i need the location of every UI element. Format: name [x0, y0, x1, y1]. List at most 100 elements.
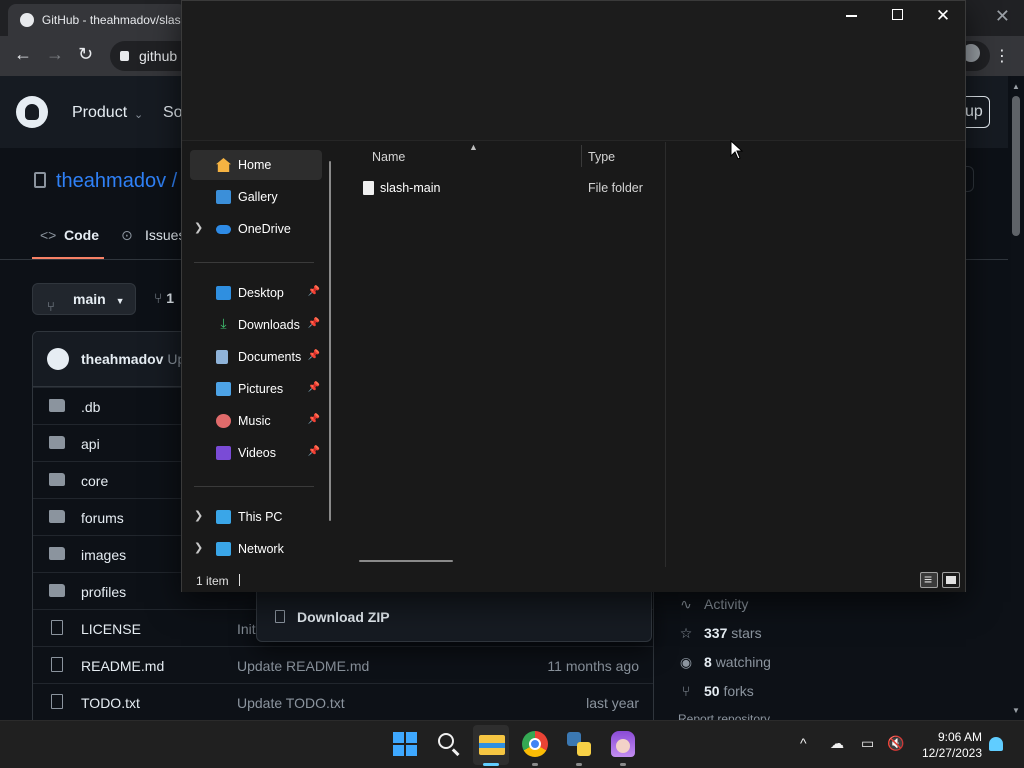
horizontal-scrollbar[interactable]: [359, 560, 453, 562]
chrome-icon-center: [529, 738, 541, 750]
file-name[interactable]: LICENSE: [81, 621, 141, 637]
forks-link[interactable]: ⑂ 50 forks: [678, 683, 754, 699]
app-taskbar-button[interactable]: [608, 729, 638, 759]
pin-icon[interactable]: 📌: [308, 318, 320, 329]
nav-item-videos[interactable]: Videos 📌: [190, 438, 322, 468]
onedrive-tray-icon[interactable]: ☁: [830, 735, 844, 752]
scroll-down-icon[interactable]: ▼: [1012, 706, 1020, 715]
nav-solutions[interactable]: So: [163, 104, 183, 122]
reload-icon[interactable]: ↻: [78, 44, 93, 65]
nav-item-onedrive[interactable]: ❯ OneDrive: [190, 214, 322, 244]
star-icon: ☆: [679, 625, 693, 641]
commit-message[interactable]: Update TODO.txt: [237, 695, 345, 711]
large-icons-view-button[interactable]: [942, 572, 960, 588]
activity-link[interactable]: ∿ Activity: [678, 596, 748, 613]
avatar[interactable]: [47, 348, 69, 370]
browser-tab[interactable]: GitHub - theahmadov/slash: [8, 4, 186, 36]
volume-muted-icon[interactable]: 🔇: [887, 735, 904, 752]
search-button[interactable]: [434, 729, 464, 759]
windows-logo-icon: [393, 732, 404, 743]
commit-message[interactable]: Init: [237, 621, 256, 637]
file-name[interactable]: .db: [81, 399, 100, 415]
chevron-right-icon[interactable]: ❯: [194, 221, 203, 234]
file-name[interactable]: README.md: [81, 658, 164, 674]
file-name[interactable]: TODO.txt: [81, 695, 140, 711]
nav-item-downloads[interactable]: ⤓ Downloads 📌: [190, 310, 322, 340]
nav-item-music[interactable]: Music 📌: [190, 406, 322, 436]
tray-overflow-chevron-icon[interactable]: ^: [800, 735, 807, 751]
nav-item-label: Documents: [238, 350, 302, 364]
browser-close-icon[interactable]: ✕: [995, 6, 1010, 27]
status-bar: 1 item: [182, 567, 965, 592]
chrome-taskbar-button[interactable]: [520, 729, 550, 759]
network-tray-icon[interactable]: ▭: [861, 735, 874, 752]
file-name[interactable]: forums: [81, 510, 124, 526]
forward-arrow-icon[interactable]: →: [46, 44, 64, 65]
file-name[interactable]: api: [81, 436, 100, 452]
nav-item-this-pc[interactable]: ❯ This PC: [190, 502, 322, 532]
onedrive-icon: [216, 225, 231, 234]
pin-icon[interactable]: 📌: [308, 414, 320, 425]
nav-item-label: Downloads: [238, 318, 300, 332]
python-icon-secondary: [577, 742, 591, 756]
file-explorer-taskbar-button[interactable]: [477, 729, 507, 759]
commit-message[interactable]: Update README.md: [237, 658, 369, 674]
tab-issues[interactable]: Issues: [145, 227, 185, 243]
pin-icon[interactable]: 📌: [308, 350, 320, 361]
stars-link[interactable]: ☆ 337 stars: [678, 625, 762, 642]
nav-item-documents[interactable]: Documents 📌: [190, 342, 322, 372]
pin-icon[interactable]: 📌: [308, 286, 320, 297]
branch-selector-button[interactable]: ⑂ main ▼: [32, 283, 136, 315]
python-taskbar-button[interactable]: [564, 729, 594, 759]
details-view-button[interactable]: [920, 571, 938, 588]
windows-logo-icon: [406, 732, 417, 743]
github-logo-icon[interactable]: [16, 96, 48, 128]
maximize-button[interactable]: [874, 7, 920, 27]
report-repository-link[interactable]: Report repository: [678, 712, 770, 720]
file-explorer-window: ✕ Home Gallery ❯ OneDrive Desktop 📌 ⤓ Downloads…: [181, 0, 966, 592]
file-name[interactable]: core: [81, 473, 108, 489]
watching-link[interactable]: ◉ 8 watching: [678, 654, 771, 671]
folder-icon: [49, 399, 65, 412]
nav-item-gallery[interactable]: Gallery: [190, 182, 322, 212]
pin-icon[interactable]: 📌: [308, 382, 320, 393]
commit-author[interactable]: theahmadov Up: [81, 351, 185, 367]
clock[interactable]: 9:06 AM 12/27/2023: [918, 729, 982, 761]
scroll-up-icon[interactable]: ▲: [1012, 82, 1020, 91]
chevron-right-icon[interactable]: ❯: [194, 509, 203, 522]
watching-label: watching: [715, 654, 771, 670]
nav-pane-scrollbar[interactable]: [329, 161, 331, 521]
column-divider[interactable]: [581, 145, 582, 167]
browser-menu-icon[interactable]: ⋮: [994, 46, 1010, 66]
explorer-title-bar[interactable]: ✕: [182, 1, 965, 141]
column-header-type[interactable]: Type: [588, 150, 615, 164]
minimize-button[interactable]: [828, 7, 874, 27]
file-name[interactable]: profiles: [81, 584, 126, 600]
activity-label: Activity: [704, 596, 749, 612]
table-row[interactable]: README.md Update README.md 11 months ago: [33, 646, 653, 683]
column-header-name[interactable]: Name: [372, 150, 405, 164]
repo-owner-link[interactable]: theahmadov /: [56, 170, 177, 193]
nav-item-pictures[interactable]: Pictures 📌: [190, 374, 322, 404]
back-arrow-icon[interactable]: ←: [14, 44, 32, 65]
branch-icon: ⑂: [47, 299, 55, 314]
chevron-right-icon[interactable]: ❯: [194, 541, 203, 554]
nav-item-network[interactable]: ❯ Network: [190, 534, 322, 564]
nav-product[interactable]: Product: [72, 104, 127, 122]
file-name[interactable]: images: [81, 547, 126, 563]
start-button[interactable]: [390, 729, 420, 759]
tab-code[interactable]: Code: [64, 227, 99, 243]
nav-item-home[interactable]: Home: [190, 150, 322, 180]
download-zip-menu-item[interactable]: Download ZIP: [256, 592, 652, 642]
table-row[interactable]: TODO.txt Update TODO.txt last year: [33, 683, 653, 720]
branches-link[interactable]: ⑂ 1: [154, 290, 174, 306]
close-button[interactable]: ✕: [920, 7, 966, 27]
nav-item-desktop[interactable]: Desktop 📌: [190, 278, 322, 308]
notification-bell-icon[interactable]: [989, 737, 1003, 751]
scrollbar-thumb[interactable]: [1012, 96, 1020, 236]
folder-icon: [49, 547, 65, 560]
branch-count: 1: [166, 290, 175, 306]
pin-icon[interactable]: 📌: [308, 446, 320, 457]
page-scrollbar[interactable]: ▲ ▼: [1008, 76, 1024, 720]
list-item[interactable]: slash-main File folder: [359, 178, 659, 200]
